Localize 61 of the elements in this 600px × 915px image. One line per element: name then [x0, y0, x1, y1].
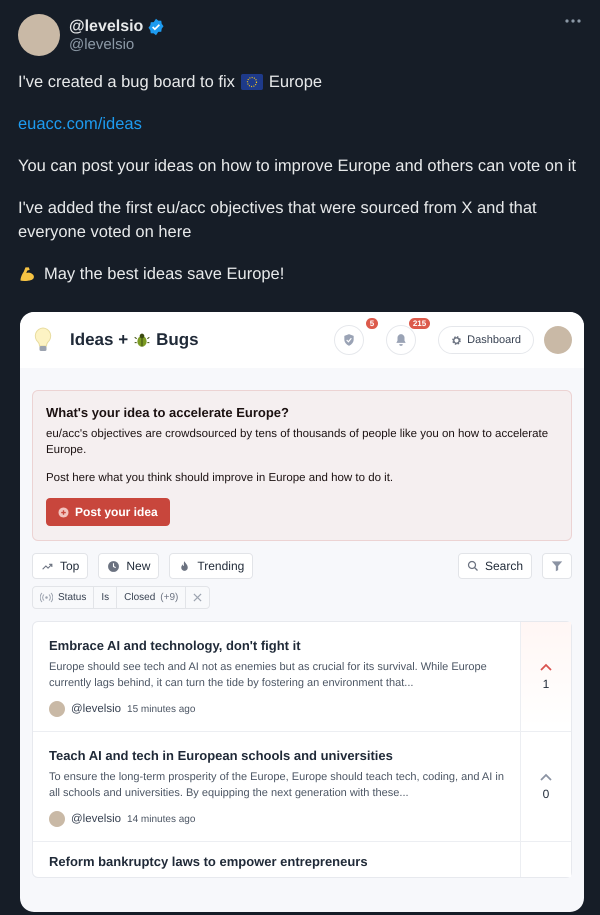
vote-count: 0	[542, 786, 550, 800]
sort-tab[interactable]: Top	[32, 553, 88, 579]
author-avatar	[49, 701, 65, 717]
moderation-button[interactable]	[334, 325, 364, 355]
sort-tab[interactable]: Trending	[169, 553, 254, 579]
lightbulb-icon	[34, 327, 52, 353]
tweet-link[interactable]: euacc.com/ideas	[18, 115, 142, 133]
sort-tab[interactable]: New	[98, 553, 160, 579]
avatar[interactable]	[18, 14, 60, 56]
tweet-text: You can post your ideas on how to improve Europe and others can vote on it	[18, 156, 577, 177]
user-avatar[interactable]	[544, 326, 572, 354]
app-title: Ideas +	[70, 330, 128, 350]
filter-operator: Is	[93, 587, 116, 608]
close-icon	[193, 593, 202, 602]
dashboard-button[interactable]: Dashboard	[438, 326, 534, 354]
upvote-button[interactable]: 1	[538, 660, 554, 692]
notifications-button[interactable]	[386, 325, 416, 355]
plus-circle-icon	[58, 506, 69, 518]
post-idea-button[interactable]: Post your idea	[46, 498, 170, 526]
idea-title[interactable]: Embrace AI and technology, don't fight it	[49, 638, 504, 653]
idea-summary: To ensure the long-term prosperity of the Europe, Europe should teach tech, coding, and AI in all schools and universities. By equipping the next generation with these...	[49, 770, 504, 801]
search-button[interactable]: Search	[458, 553, 532, 579]
search-icon	[466, 560, 479, 572]
idea-summary: Europe should see tech and AI not as enemies but as crucial for its survival. While Europe currently lags behind, it can turn the tide by fostering an environment that...	[49, 660, 488, 691]
count-badge: 215	[408, 318, 430, 329]
post-time: 14 minutes ago	[127, 814, 196, 824]
tweet-text: I've added the first eu/acc objectives that were sourced from X and that everyone voted on here	[18, 198, 538, 243]
prompt-text: eu/acc's objectives are crowdsourced by tens of thousands of people like you on how to accelerate Europe.	[46, 427, 550, 458]
chevron-up-icon	[540, 772, 552, 780]
post-time: 15 minutes ago	[127, 704, 196, 714]
author-name[interactable]: @levelsio	[71, 703, 122, 715]
flag-icon	[240, 74, 263, 90]
idea-title[interactable]: Reform bankruptcy laws to empower entrepreneurs	[49, 854, 504, 869]
filter-field: Status	[58, 592, 86, 603]
tweet-text: May the best ideas save Europe!	[44, 264, 284, 285]
beetle-icon	[134, 332, 150, 348]
remove-filter-button[interactable]	[193, 593, 202, 602]
vote-count: 1	[542, 676, 550, 690]
funnel-icon	[550, 559, 564, 573]
prompt-title: What's your idea to accelerate Europe?	[46, 405, 290, 420]
tweet-text: Europe	[268, 72, 322, 93]
tweet-text: I've created a bug board to fix	[18, 72, 235, 93]
prompt-text: Post here what you think should improve in Europe and how to do it.	[46, 471, 394, 486]
broadcast-icon	[40, 592, 53, 603]
user-handle[interactable]: @levelsio	[69, 36, 555, 52]
gear-icon	[451, 334, 462, 346]
filter-button[interactable]	[542, 553, 572, 579]
filter-count: (+9)	[160, 592, 178, 603]
count-badge: 5	[366, 318, 378, 329]
idea-title[interactable]: Teach AI and tech in European schools and universities	[49, 748, 504, 763]
chevron-up-icon	[540, 662, 552, 670]
upvote-button[interactable]: 0	[538, 770, 554, 802]
author-name[interactable]: @levelsio	[71, 813, 122, 825]
shield-icon[interactable]	[342, 333, 356, 347]
bell-icon[interactable]	[394, 333, 408, 347]
more-icon[interactable]	[564, 18, 582, 24]
app-title: Bugs	[156, 330, 199, 350]
filter-value: Closed	[124, 592, 156, 603]
clock-icon	[107, 560, 120, 572]
display-name[interactable]: @levelsio	[69, 18, 144, 36]
author-avatar	[49, 811, 65, 827]
